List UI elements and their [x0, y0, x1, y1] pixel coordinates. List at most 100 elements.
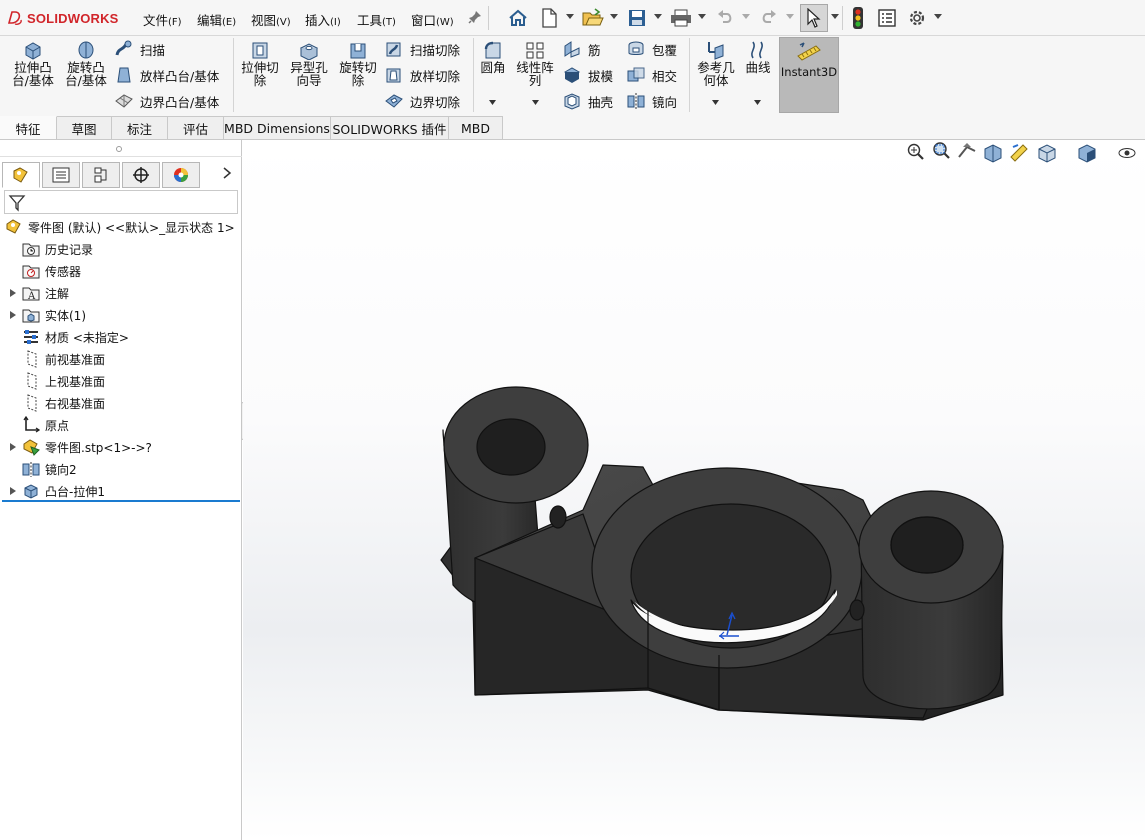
extrude-boss-button[interactable]: 拉伸凸 台/基体 — [8, 40, 58, 87]
intersect-button[interactable]: 相交 — [626, 64, 677, 86]
options-gear-icon[interactable] — [905, 6, 929, 30]
undo-icon[interactable] — [713, 6, 737, 30]
menu-insert[interactable]: 插入(I) — [305, 10, 341, 29]
options-dropdown-icon[interactable] — [934, 14, 942, 20]
tab-solidworks-addins[interactable]: SOLIDWORKS 插件 — [331, 116, 449, 139]
tab-features[interactable]: 特征 — [0, 116, 57, 139]
configuration-manager-tab[interactable] — [82, 162, 120, 188]
curves-dropdown-icon[interactable] — [754, 100, 761, 105]
tree-item-label: 注解 — [45, 286, 70, 301]
menu-edit[interactable]: 编辑(E) — [197, 10, 236, 29]
print-dropdown-icon[interactable] — [698, 14, 706, 20]
panel-grip[interactable] — [116, 146, 122, 152]
tree-item-right-plane[interactable]: 右视基准面 — [8, 392, 105, 414]
new-dropdown-icon[interactable] — [566, 14, 574, 20]
home-icon[interactable] — [506, 6, 530, 30]
tree-item-imported-stp[interactable]: 零件图.stp<1>->? — [8, 436, 152, 458]
tree-item-solid-bodies[interactable]: 实体(1) — [8, 304, 86, 326]
display-manager-tab[interactable] — [162, 162, 200, 188]
pattern-dropdown-icon[interactable] — [532, 100, 539, 105]
wrap-button[interactable]: 包覆 — [626, 38, 677, 60]
tab-evaluate[interactable]: 评估 — [168, 116, 224, 139]
tree-item-material[interactable]: 材质 <未指定> — [8, 326, 129, 348]
boundary-cut-button[interactable]: 边界切除 — [384, 90, 460, 112]
fillet-dropdown-icon[interactable] — [489, 100, 496, 105]
tree-item-history[interactable]: 历史记录 — [8, 238, 93, 260]
rib-button[interactable]: 筋 — [562, 38, 601, 60]
feature-manager-tab[interactable] — [2, 162, 40, 188]
part-model-3d[interactable] — [243, 140, 1145, 840]
save-icon[interactable] — [625, 6, 649, 30]
select-dropdown-icon[interactable] — [831, 14, 839, 20]
linear-pattern-button[interactable]: 线性阵 列 — [510, 40, 560, 87]
tab-mbd[interactable]: MBD — [449, 116, 503, 139]
solid-bodies-icon — [22, 306, 40, 324]
file-properties-icon[interactable] — [875, 6, 899, 30]
expand-arrow-icon[interactable] — [8, 310, 18, 320]
shell-button[interactable]: 抽壳 — [562, 90, 613, 112]
expand-arrow-icon[interactable] — [8, 288, 18, 298]
redo-dropdown-icon[interactable] — [786, 14, 794, 20]
menu-view[interactable]: 视图(V) — [251, 10, 291, 29]
swept-cut-button[interactable]: 扫描切除 — [384, 38, 460, 60]
new-document-icon[interactable] — [537, 6, 561, 30]
boundary-boss-button[interactable]: 边界凸台/基体 — [114, 90, 219, 112]
tree-item-boss-extrude1[interactable]: 凸台-拉伸1 — [8, 480, 105, 502]
redo-icon[interactable] — [757, 6, 781, 30]
tree-root-part[interactable]: 零件图 (默认) <<默认>_显示状态 1> — [5, 216, 235, 238]
tree-item-sensors[interactable]: 传感器 — [8, 260, 81, 282]
property-manager-tab[interactable] — [42, 162, 80, 188]
revolve-cut-button[interactable]: 旋转切 除 — [333, 40, 383, 87]
open-folder-icon[interactable] — [581, 6, 605, 30]
tree-item-top-plane[interactable]: 上视基准面 — [8, 370, 105, 392]
sweep-label: 扫描 — [140, 42, 166, 58]
fillet-icon — [484, 41, 501, 59]
tree-item-annotations[interactable]: A 注解 — [8, 282, 69, 304]
expand-arrow-icon[interactable] — [8, 486, 18, 496]
tree-item-label: 右视基准面 — [45, 396, 106, 411]
save-dropdown-icon[interactable] — [654, 14, 662, 20]
menu-window[interactable]: 窗口(W) — [411, 10, 454, 29]
print-icon[interactable] — [669, 6, 693, 30]
menu-window-key: (W) — [436, 17, 454, 28]
tree-item-label: 上视基准面 — [45, 374, 106, 389]
hole-wizard-button[interactable]: 异型孔 向导 — [284, 40, 334, 87]
chevron-right-icon[interactable] — [222, 166, 232, 180]
extrude-boss-icon — [25, 42, 41, 60]
solidworks-logo[interactable]: SOLIDWORKS — [6, 9, 119, 27]
boss-extrude-icon — [22, 482, 40, 500]
loft-boss-button[interactable]: 放样凸台/基体 — [114, 64, 219, 86]
lofted-cut-button[interactable]: 放样切除 — [384, 64, 460, 86]
select-arrow-icon[interactable] — [800, 4, 828, 32]
mirror-button[interactable]: 镜向 — [626, 90, 677, 112]
graphics-area[interactable] — [243, 140, 1145, 840]
tab-mbd-dimensions[interactable]: MBD Dimensions — [224, 116, 331, 139]
revolve-boss-button[interactable]: 旋转凸 台/基体 — [61, 40, 111, 87]
brand-name: SOLIDWORKS — [27, 10, 119, 26]
menu-bar: SOLIDWORKS 文件(F) 编辑(E) 视图(V) 插入(I) 工具(T)… — [0, 0, 1145, 36]
rollback-bar[interactable] — [2, 500, 240, 502]
menu-tools[interactable]: 工具(T) — [357, 10, 396, 29]
tree-item-mirror2[interactable]: 镜向2 — [8, 458, 77, 480]
tree-item-origin[interactable]: 原点 — [8, 414, 69, 436]
sweep-button[interactable]: 扫描 — [114, 38, 165, 60]
menu-file[interactable]: 文件(F) — [143, 10, 182, 29]
undo-dropdown-icon[interactable] — [742, 14, 750, 20]
reference-dropdown-icon[interactable] — [712, 100, 719, 105]
rebuild-traffic-light-icon[interactable] — [846, 6, 870, 30]
extrude-cut-icon — [252, 42, 268, 59]
expand-arrow-icon[interactable] — [8, 442, 18, 452]
tab-markup[interactable]: 标注 — [112, 116, 168, 139]
instant3d-button[interactable]: Instant3D — [779, 37, 839, 113]
tree-filter-input[interactable] — [4, 190, 238, 214]
pin-icon[interactable] — [468, 10, 482, 24]
tab-sketch[interactable]: 草图 — [57, 116, 112, 139]
revolve-cut-label: 旋转切 除 — [339, 60, 377, 88]
tree-item-front-plane[interactable]: 前视基准面 — [8, 348, 105, 370]
draft-button[interactable]: 拔模 — [562, 64, 613, 86]
extrude-cut-button[interactable]: 拉伸切 除 — [235, 40, 285, 87]
open-dropdown-icon[interactable] — [610, 14, 618, 20]
curves-button[interactable]: 曲线 — [733, 40, 783, 74]
dimxpert-manager-tab[interactable] — [122, 162, 160, 188]
